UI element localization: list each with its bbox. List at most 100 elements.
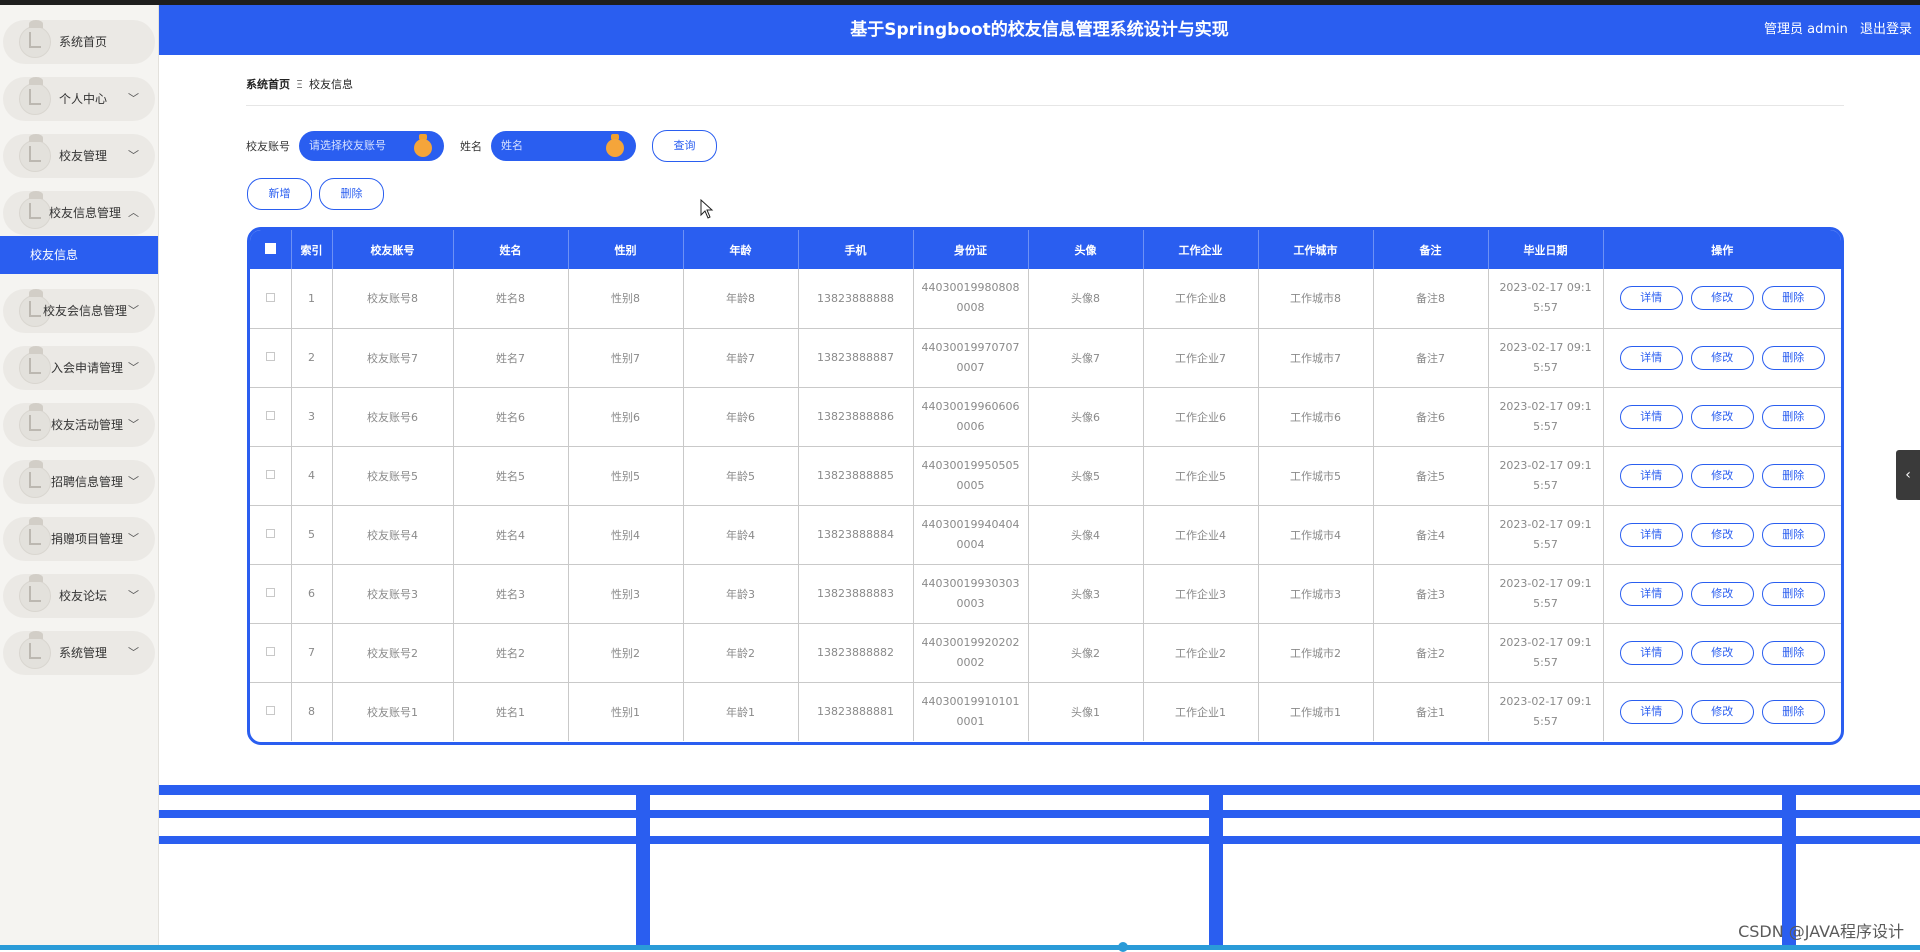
row-checkbox[interactable] [265, 292, 275, 302]
cell-age: 年龄8 [683, 269, 799, 329]
edit-button[interactable]: 修改 [1690, 640, 1754, 665]
detail-button[interactable]: 详情 [1619, 463, 1683, 488]
cell-gender: 性别4 [568, 505, 684, 565]
logout-link[interactable]: 退出登录 [1860, 22, 1912, 37]
sidebar-item-system-management[interactable]: 系统管理 ﹀ [3, 631, 155, 675]
chevron-down-icon: ﹀ [128, 475, 139, 488]
sidebar-item-recruitment-management[interactable]: 招聘信息管理 ﹀ [3, 460, 155, 504]
row-checkbox[interactable] [265, 470, 275, 479]
cell-gender: 性别7 [568, 328, 684, 388]
clock-icon [19, 20, 51, 58]
delete-button[interactable]: 删除 [1761, 581, 1825, 606]
sidebar-item-label: 校友活动管理 [51, 418, 124, 432]
cell-idcard: 440300199404040004 [913, 505, 1029, 565]
cell-phone: 13823888887 [798, 328, 914, 388]
delete-button[interactable]: 删除 [1761, 640, 1825, 665]
cell-operations: 详情 修改 删除 [1603, 328, 1841, 388]
cell-company: 工作企业8 [1143, 269, 1259, 329]
delete-button[interactable]: 删除 [1761, 463, 1825, 488]
cell-index: 5 [291, 505, 333, 565]
cell-city: 工作城市1 [1258, 682, 1374, 741]
edit-button[interactable]: 修改 [1690, 286, 1754, 311]
detail-button[interactable]: 详情 [1619, 286, 1683, 311]
add-button[interactable]: 新增 [247, 178, 312, 210]
breadcrumb-home[interactable]: 系统首页 [246, 78, 290, 91]
chevron-down-icon: ﹀ [128, 361, 139, 374]
collapse-tab[interactable]: ‹ [1896, 450, 1920, 500]
progress-dot [1118, 942, 1128, 952]
cell-account: 校友账号7 [332, 328, 454, 388]
batch-delete-button[interactable]: 删除 [319, 178, 384, 210]
row-checkbox[interactable] [265, 706, 275, 716]
delete-button[interactable]: 删除 [1761, 345, 1825, 370]
detail-button[interactable]: 详情 [1619, 404, 1683, 429]
cell-city: 工作城市6 [1258, 387, 1374, 447]
edit-button[interactable]: 修改 [1690, 581, 1754, 606]
cell-idcard: 440300199606060006 [913, 387, 1029, 447]
cell-avatar: 头像8 [1028, 269, 1144, 329]
detail-button[interactable]: 详情 [1619, 581, 1683, 606]
table-row: 6 校友账号3 姓名3 性别3 年龄3 13823888883 44030019930303… [250, 564, 1841, 624]
delete-button[interactable]: 删除 [1761, 522, 1825, 547]
row-checkbox[interactable] [265, 411, 275, 420]
query-button[interactable]: 查询 [652, 130, 717, 162]
row-checkbox[interactable] [265, 588, 275, 597]
cell-idcard: 440300199707070007 [913, 328, 1029, 388]
sidebar-item-forum[interactable]: 校友论坛 ﹀ [3, 574, 155, 618]
watermark: CSDN @JAVA程序设计 [1738, 922, 1904, 941]
clock-icon [19, 346, 51, 384]
row-select-cell [250, 446, 292, 506]
edit-button[interactable]: 修改 [1690, 522, 1754, 547]
sidebar-item-home[interactable]: 系统首页 [3, 20, 155, 64]
sidebar-item-membership-application[interactable]: 入会申请管理 ﹀ [3, 346, 155, 390]
decor-bar [1209, 795, 1223, 945]
cell-phone: 13823888883 [798, 564, 914, 624]
cell-name: 姓名6 [453, 387, 569, 447]
cell-phone: 13823888886 [798, 387, 914, 447]
sidebar-item-donation-management[interactable]: 捐赠项目管理 ﹀ [3, 517, 155, 561]
detail-button[interactable]: 详情 [1619, 522, 1683, 547]
sidebar-item-activity-management[interactable]: 校友活动管理 ﹀ [3, 403, 155, 447]
cell-name: 姓名8 [453, 269, 569, 329]
account-select[interactable]: 请选择校友账号 [299, 131, 444, 161]
sidebar-item-alumni-info-management[interactable]: 校友信息管理 ︿ [3, 191, 155, 235]
edit-button[interactable]: 修改 [1690, 404, 1754, 429]
decor-bar [159, 810, 1920, 818]
select-all-checkbox[interactable] [264, 242, 276, 254]
table-row: 1 校友账号8 姓名8 性别8 年龄8 13823888888 44030019980808… [250, 269, 1841, 329]
sidebar-item-personal-center[interactable]: 个人中心 ﹀ [3, 77, 155, 121]
edit-button[interactable]: 修改 [1690, 463, 1754, 488]
detail-button[interactable]: 详情 [1619, 640, 1683, 665]
sidebar-item-alumni-management[interactable]: 校友管理 ﹀ [3, 134, 155, 178]
clock-icon [19, 403, 51, 441]
cell-company: 工作企业6 [1143, 387, 1259, 447]
table-row: 7 校友账号2 姓名2 性别2 年龄2 13823888882 44030019920202… [250, 623, 1841, 683]
detail-button[interactable]: 详情 [1619, 345, 1683, 370]
edit-button[interactable]: 修改 [1690, 345, 1754, 370]
row-checkbox[interactable] [265, 647, 275, 656]
cell-index: 3 [291, 387, 333, 447]
row-checkbox[interactable] [265, 352, 275, 361]
delete-button[interactable]: 删除 [1761, 699, 1825, 724]
edit-button[interactable]: 修改 [1690, 699, 1754, 724]
sidebar-subitem-alumni-info[interactable]: 校友信息 [0, 236, 158, 274]
window-bottom-strip [0, 942, 1920, 952]
cell-gender: 性别8 [568, 269, 684, 329]
cell-grad-date: 2023-02-17 09:15:57 [1488, 446, 1604, 506]
table-row: 3 校友账号6 姓名6 性别6 年龄6 13823888886 44030019960606… [250, 387, 1841, 447]
user-area: 管理员 admin 退出登录 [1756, 5, 1912, 55]
top-header: 基于Springboot的校友信息管理系统设计与实现 管理员 admin 退出登… [159, 5, 1920, 55]
delete-button[interactable]: 删除 [1761, 286, 1825, 311]
cell-avatar: 头像5 [1028, 446, 1144, 506]
detail-button[interactable]: 详情 [1619, 699, 1683, 724]
delete-button[interactable]: 删除 [1761, 404, 1825, 429]
clock-icon [19, 77, 51, 115]
row-select-cell [250, 564, 292, 624]
cell-age: 年龄2 [683, 623, 799, 683]
row-select-cell [250, 387, 292, 447]
column-header: 工作城市 [1258, 230, 1374, 269]
sidebar-item-association-management[interactable]: 校友会信息管理 ﹀ [3, 289, 155, 333]
row-checkbox[interactable] [265, 529, 275, 538]
cell-idcard: 440300199202020002 [913, 623, 1029, 683]
name-input[interactable]: 姓名 [491, 131, 636, 161]
